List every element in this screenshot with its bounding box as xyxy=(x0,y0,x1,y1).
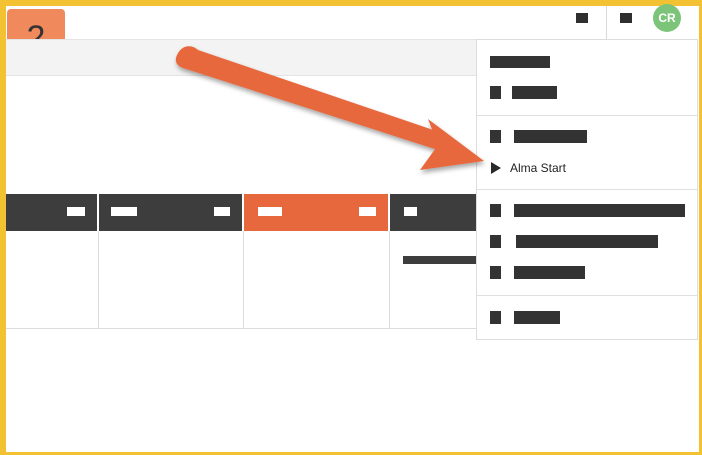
tab-1-label xyxy=(67,207,85,216)
content-grid xyxy=(6,231,476,329)
tab-2-label xyxy=(111,207,137,216)
menu-item-icon xyxy=(490,311,501,324)
grid-divider xyxy=(98,231,99,329)
tab-3-label xyxy=(258,207,282,216)
menu-item-icon xyxy=(490,130,501,143)
secondary-toolbar xyxy=(6,39,476,76)
topbar-divider xyxy=(606,6,607,39)
play-icon xyxy=(491,162,501,174)
tab-2-count xyxy=(214,207,230,216)
menu-item-icon xyxy=(490,235,501,248)
tab-strip xyxy=(6,194,476,231)
menu-divider xyxy=(477,189,697,190)
topbar-icon-a[interactable] xyxy=(576,13,588,23)
grid-divider xyxy=(389,231,390,329)
tab-3-count xyxy=(359,207,376,216)
tab-4[interactable] xyxy=(390,194,476,231)
menu-item-icon xyxy=(490,204,501,217)
menu-item-placeholder[interactable] xyxy=(512,86,557,99)
tab-2[interactable] xyxy=(99,194,244,231)
menu-divider xyxy=(477,295,697,296)
menu-item-placeholder[interactable] xyxy=(514,266,585,279)
menu-header-placeholder xyxy=(490,56,550,68)
grid-bottom-border xyxy=(6,328,476,329)
menu-item-alma-start-label: Alma Start xyxy=(510,161,567,175)
menu-item-placeholder[interactable] xyxy=(514,130,587,143)
user-dropdown-menu: Alma Start xyxy=(476,39,698,340)
tab-3-active[interactable] xyxy=(244,194,390,231)
menu-item-icon xyxy=(490,266,501,279)
user-avatar[interactable]: CR xyxy=(653,4,681,32)
topbar-icon-b[interactable] xyxy=(620,13,632,23)
menu-item-placeholder[interactable] xyxy=(514,311,560,324)
menu-item-alma-start[interactable]: Alma Start xyxy=(491,159,566,177)
cell-placeholder-text xyxy=(403,256,476,264)
grid-divider xyxy=(243,231,244,329)
tab-4-label xyxy=(404,207,417,216)
menu-divider xyxy=(477,115,697,116)
menu-item-placeholder[interactable] xyxy=(516,235,658,248)
menu-item-placeholder[interactable] xyxy=(514,204,685,217)
menu-item-icon xyxy=(490,86,501,99)
tab-1[interactable] xyxy=(6,194,99,231)
